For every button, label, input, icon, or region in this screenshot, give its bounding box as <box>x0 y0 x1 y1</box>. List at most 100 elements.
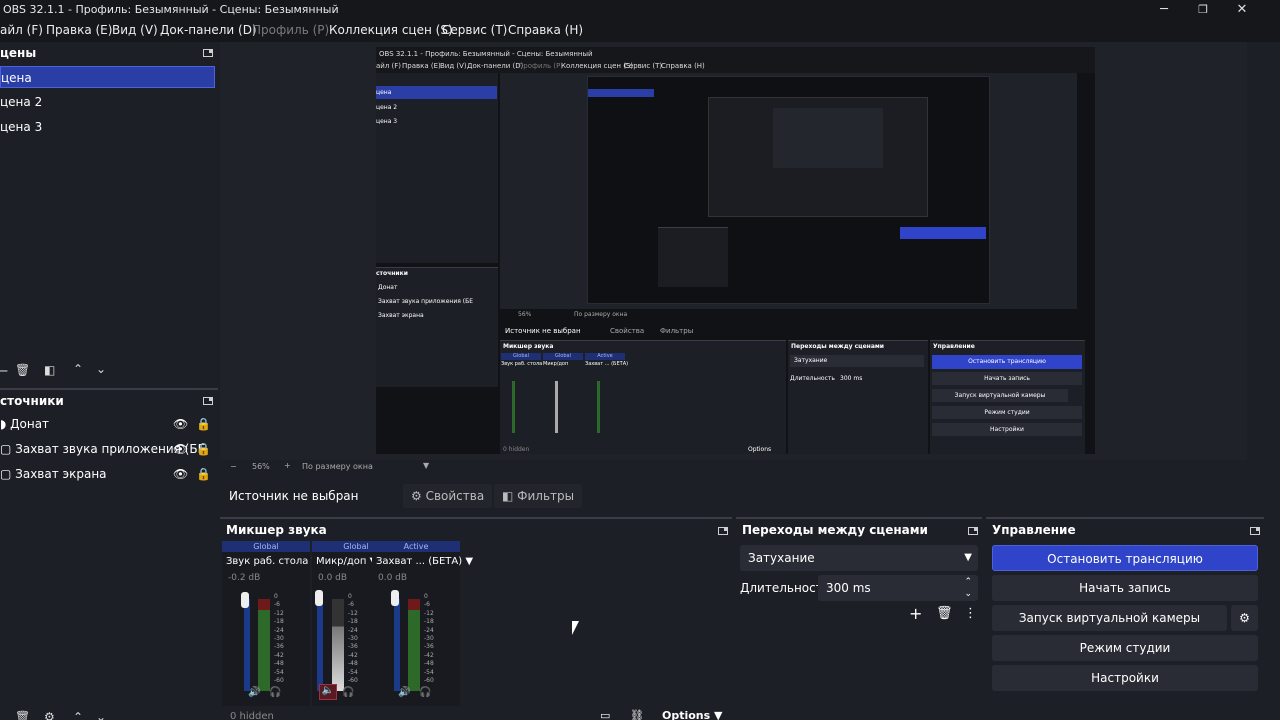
lock-icon[interactable]: 🔒 <box>196 463 211 485</box>
undock-icon[interactable] <box>968 527 978 535</box>
scenes-dock: цены цена цена 2 цена 3 ─ 🗑 ◧ ⌃ ⌄ <box>0 42 218 387</box>
chevron-down-icon[interactable]: ▼ <box>465 556 473 567</box>
tick: -60 <box>348 677 358 685</box>
remove-icon[interactable]: ─ <box>0 364 7 378</box>
layout-icon[interactable]: ▭ <box>600 709 610 720</box>
tick: -18 <box>274 618 284 626</box>
tick: 0 <box>348 593 352 600</box>
filters-button[interactable]: ◧ Фильтры <box>494 484 583 508</box>
nested-channel-head: Active <box>585 353 625 360</box>
volume-slider-track[interactable] <box>317 599 323 691</box>
sources-header: сточники <box>0 388 218 410</box>
menu-file[interactable]: айл (F) <box>0 23 43 37</box>
volume-slider-track[interactable] <box>394 599 400 691</box>
channel-name[interactable]: Микр/доп ▼ <box>316 556 377 567</box>
headphones-icon[interactable]: 🎧 <box>342 687 354 698</box>
volume-slider-track[interactable] <box>244 599 250 691</box>
zoom-fit-select[interactable]: По размеру окна <box>302 462 373 471</box>
options-button[interactable]: Options ▼ <box>662 709 723 720</box>
add-icon[interactable]: + <box>909 604 922 623</box>
trash-icon[interactable]: 🗑 <box>936 606 953 621</box>
transition-select[interactable]: Затухание ▼ <box>740 545 978 571</box>
gear-icon[interactable]: ⚙ <box>44 710 55 720</box>
move-down-icon[interactable]: ⌄ <box>96 710 106 720</box>
chevron-down-icon: ▼ <box>964 552 972 563</box>
virtual-camera-settings-button[interactable]: ⚙ <box>1231 605 1258 631</box>
tick: -18 <box>424 618 434 626</box>
nested-menu-item: Правка (E) <box>402 62 441 70</box>
trash-icon[interactable]: 🗑 <box>15 710 30 720</box>
menu-edit[interactable]: Правка (E) <box>46 23 112 37</box>
headphones-icon[interactable]: 🎧 <box>419 687 431 698</box>
volume-slider-knob[interactable] <box>315 590 323 606</box>
channel-name[interactable]: Звук раб. стола ▼ <box>226 556 319 567</box>
eye-icon[interactable]: 👁 <box>173 463 188 485</box>
stop-stream-button[interactable]: Остановить трансляцию <box>992 545 1258 571</box>
nested-filters: Фильтры <box>660 327 694 335</box>
eye-icon[interactable]: 👁 <box>173 413 188 435</box>
scene-item[interactable]: цена <box>0 66 215 88</box>
lock-icon[interactable]: 🔒 <box>196 438 211 460</box>
nested-zoom: 56% <box>518 311 532 318</box>
zoom-in-button[interactable]: + <box>284 461 291 470</box>
speaker-icon[interactable]: 🔊 <box>248 687 260 698</box>
controls-title: Управление <box>992 523 1076 537</box>
duration-input[interactable]: 300 ms ⌃ ⌄ <box>818 575 978 601</box>
undock-icon[interactable] <box>203 49 213 57</box>
move-up-icon[interactable]: ⌃ <box>73 362 83 376</box>
undock-icon[interactable] <box>718 527 728 535</box>
menu-docks[interactable]: Док-панели (D) <box>160 23 257 37</box>
window-title: OBS 32.1.1 - Профиль: Безымянный - Сцены… <box>3 3 339 16</box>
preview-capture[interactable]: OBS 32.1.1 - Профиль: Безымянный - Сцены… <box>376 47 1095 454</box>
menu-scene-collection[interactable]: Коллекция сцен (S) <box>329 23 453 37</box>
nested-menu-item: айл (F) <box>376 62 402 70</box>
chevron-down-icon[interactable]: ▼ <box>423 461 429 470</box>
volume-slider-knob[interactable] <box>391 590 399 606</box>
headphones-icon[interactable]: 🎧 <box>269 687 281 698</box>
start-record-button[interactable]: Начать запись <box>992 575 1258 601</box>
studio-mode-button[interactable]: Режим студии <box>992 635 1258 661</box>
menu-view[interactable]: Вид (V) <box>112 23 158 37</box>
undock-icon[interactable] <box>203 397 213 405</box>
maximize-button[interactable]: ❐ <box>1195 2 1211 18</box>
spin-down-icon[interactable]: ⌄ <box>964 581 972 607</box>
virtual-camera-button[interactable]: Запуск виртуальной камеры <box>992 605 1227 631</box>
properties-button[interactable]: ⚙ Свойства <box>403 484 493 508</box>
nested-channel-name: Захват ... (БЕТА) <box>585 361 629 367</box>
filters-label: Фильтры <box>517 489 575 503</box>
link-icon[interactable]: ⛓ <box>630 709 644 720</box>
eye-icon[interactable]: 👁 <box>173 438 188 460</box>
nested-no-source: Источник не выбран <box>505 327 581 335</box>
menu-tools[interactable]: Сервис (T) <box>442 23 507 37</box>
settings-button[interactable]: Настройки <box>992 665 1258 691</box>
minimize-button[interactable]: ─ <box>1156 2 1172 18</box>
move-up-icon[interactable]: ⌃ <box>73 710 83 720</box>
menu-profile[interactable]: Профиль (P) <box>252 23 329 37</box>
source-label: Донат <box>10 417 50 431</box>
nested-fit: По размеру окна <box>574 311 628 318</box>
meter-ticks: 0 -6 -12 -18 -24 -30 -36 -42 -48 -54 -60 <box>348 593 358 685</box>
trash-icon[interactable]: 🗑 <box>15 363 30 377</box>
source-item[interactable]: ◗ Донат 👁 🔒 <box>0 413 215 435</box>
source-item[interactable]: ▢ Захват экрана 👁 🔒 <box>0 463 215 485</box>
filter-icon[interactable]: ◧ <box>44 363 55 377</box>
zoom-out-button[interactable]: − <box>230 462 237 471</box>
more-icon[interactable]: ⋮ <box>964 606 977 621</box>
volume-slider-knob[interactable] <box>241 592 249 608</box>
scenes-header: цены <box>0 42 218 64</box>
lock-icon[interactable]: 🔒 <box>196 413 211 435</box>
source-item[interactable]: ▢ Захват звука приложения (БЕ 👁 🔒 <box>0 438 215 460</box>
speaker-icon[interactable]: 🔊 <box>398 687 410 698</box>
scene-item[interactable]: цена 2 <box>0 91 42 113</box>
undock-icon[interactable] <box>1250 527 1260 535</box>
transition-selected: Затухание <box>748 551 815 565</box>
tick: -12 <box>348 609 358 617</box>
menu-help[interactable]: Справка (H) <box>508 23 583 37</box>
close-button[interactable]: ✕ <box>1234 2 1250 18</box>
channel-name[interactable]: Захват ... (БЕТА) ▼ <box>376 556 473 567</box>
scene-item[interactable]: цена 3 <box>0 116 42 138</box>
muted-speaker-icon[interactable]: 🔈 <box>319 684 337 700</box>
nested-channel-name: Звук раб. стола <box>501 361 543 367</box>
tick: -30 <box>348 635 358 643</box>
move-down-icon[interactable]: ⌄ <box>96 362 106 376</box>
